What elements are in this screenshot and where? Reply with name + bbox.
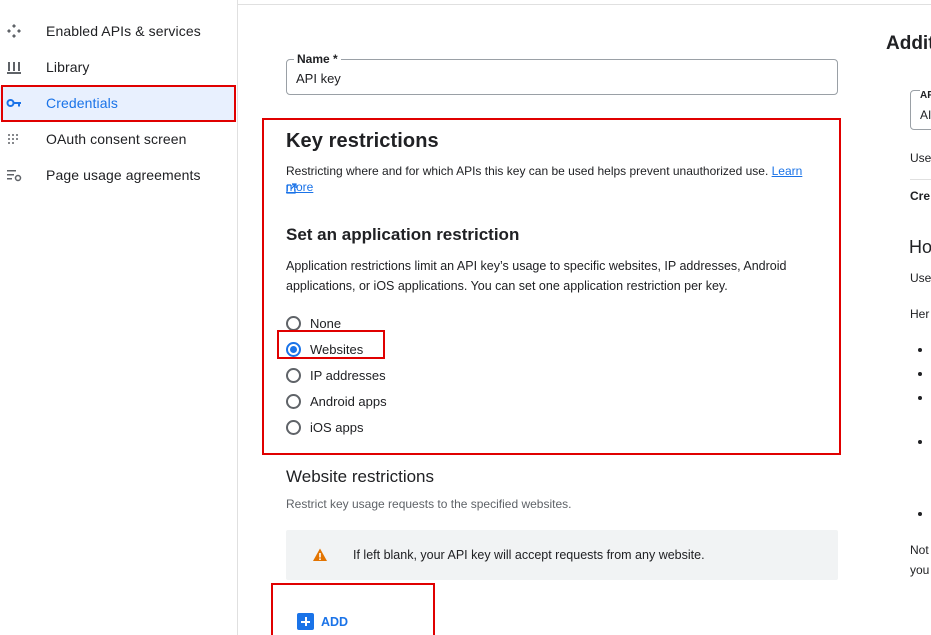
right-panel-field[interactable]: AP AI [910,90,931,130]
annotation-box-add [271,583,435,635]
settings-list-icon [6,167,22,183]
warning-icon [312,547,328,563]
right-panel-text: Use [910,151,931,165]
library-icon [6,59,22,75]
sidebar-item-label: Page usage agreements [46,167,201,183]
sidebar-item-oauth-consent[interactable]: OAuth consent screen [0,122,236,156]
sidebar-item-page-usage[interactable]: Page usage agreements [0,158,236,192]
sidebar-item-label: Enabled APIs & services [46,23,201,39]
right-panel-bullet [918,348,922,352]
oauth-dots-icon [6,131,22,147]
warning-text: If left blank, your API key will accept … [353,548,705,562]
annotation-box-websites [277,330,385,359]
right-panel-bullet [918,512,922,516]
sidebar-item-label: OAuth consent screen [46,131,187,147]
name-field-value: API key [296,71,341,86]
right-panel-text: Her [910,307,930,321]
right-panel-divider [910,179,931,180]
right-panel-title: Additi [886,33,931,54]
warning-banner: If left blank, your API key will accept … [286,530,838,580]
annotation-box-credentials [1,85,236,122]
name-field[interactable]: Name * API key [286,52,838,95]
right-panel-bullet [918,440,922,444]
annotation-box-key-restrictions [262,118,841,455]
right-panel-text: Cre [910,189,931,203]
name-field-label: Name * [294,52,341,66]
website-restrictions-description: Restrict key usage requests to the speci… [286,497,572,511]
app-frame: Enabled APIs & services Library Credenti… [0,0,931,635]
right-panel-field-value: AI [920,108,931,122]
sidebar-item-enabled-apis[interactable]: Enabled APIs & services [0,14,236,48]
website-restrictions-title: Website restrictions [286,467,435,486]
right-panel-text: you [910,563,930,577]
header-divider [238,4,931,5]
right-panel-text: Use [910,271,931,285]
sidebar-item-label: Library [46,59,90,75]
right-panel-text: Not [910,543,929,557]
api-diamond-icon [6,23,22,39]
right-panel-bullet [918,396,922,400]
right-panel-bullet [918,372,922,376]
right-panel-field-label: AP [920,90,931,101]
sidebar-item-library[interactable]: Library [0,50,236,84]
right-panel-heading: Ho [909,237,931,257]
